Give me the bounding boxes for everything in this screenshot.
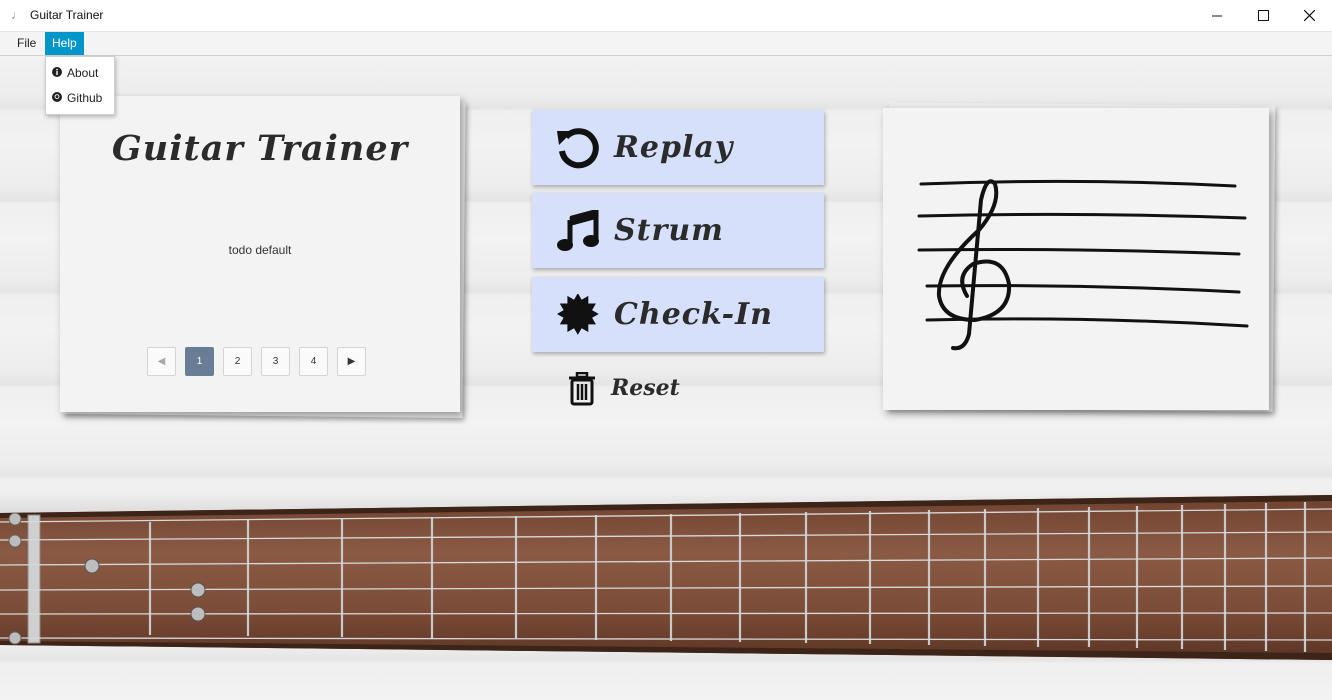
lesson-title: Guitar Trainer	[111, 128, 409, 169]
maximize-icon	[1257, 10, 1269, 21]
minimize-icon	[1212, 15, 1222, 16]
github-label: Github	[67, 91, 103, 105]
menu-item-github[interactable]: Github	[46, 86, 114, 110]
next-page-button[interactable]: ▶	[337, 347, 366, 376]
replay-icon	[557, 128, 599, 169]
page-button-4[interactable]: 4	[299, 347, 328, 376]
music-note-icon	[557, 210, 599, 251]
finger-marker	[190, 582, 206, 598]
menu-item-about[interactable]: About	[46, 61, 114, 85]
treble-clef-staff	[917, 179, 1249, 351]
checkin-button[interactable]: Check-In	[532, 277, 824, 352]
treble-clef-icon	[936, 179, 1012, 351]
finger-marker	[84, 558, 100, 574]
minimize-button[interactable]	[1194, 0, 1240, 31]
lesson-body: todo default	[228, 243, 292, 257]
help-dropdown: About Github	[45, 56, 115, 115]
about-label: About	[67, 66, 99, 80]
page-button-2[interactable]: 2	[223, 347, 252, 376]
trash-icon	[569, 372, 595, 406]
github-icon	[52, 92, 62, 102]
staff-card	[883, 108, 1269, 410]
prev-page-button[interactable]: ◀	[147, 347, 176, 376]
menu-bar: File Help	[0, 32, 1332, 56]
window-title: Guitar Trainer	[30, 8, 104, 22]
info-icon	[52, 67, 62, 77]
title-bar: ♩ Guitar Trainer	[0, 0, 1332, 32]
strum-button[interactable]: Strum	[532, 193, 824, 268]
replay-button[interactable]: Replay	[532, 110, 824, 185]
replay-label: Replay	[614, 130, 734, 165]
badge-icon	[556, 294, 599, 335]
checkin-label: Check-In	[614, 297, 773, 332]
page-button-3[interactable]: 3	[261, 347, 290, 376]
maximize-button[interactable]	[1240, 0, 1286, 31]
page-button-1[interactable]: 1	[185, 347, 214, 376]
reset-button[interactable]: Reset	[566, 370, 686, 408]
menu-file[interactable]: File	[10, 32, 43, 55]
close-button[interactable]	[1286, 0, 1332, 31]
reset-label: Reset	[611, 375, 680, 401]
app-icon: ♩	[11, 8, 23, 22]
finger-marker	[190, 606, 206, 622]
fretboard	[0, 495, 1332, 660]
menu-help[interactable]: Help	[45, 32, 84, 55]
strum-label: Strum	[614, 213, 724, 248]
close-icon	[1303, 10, 1315, 21]
